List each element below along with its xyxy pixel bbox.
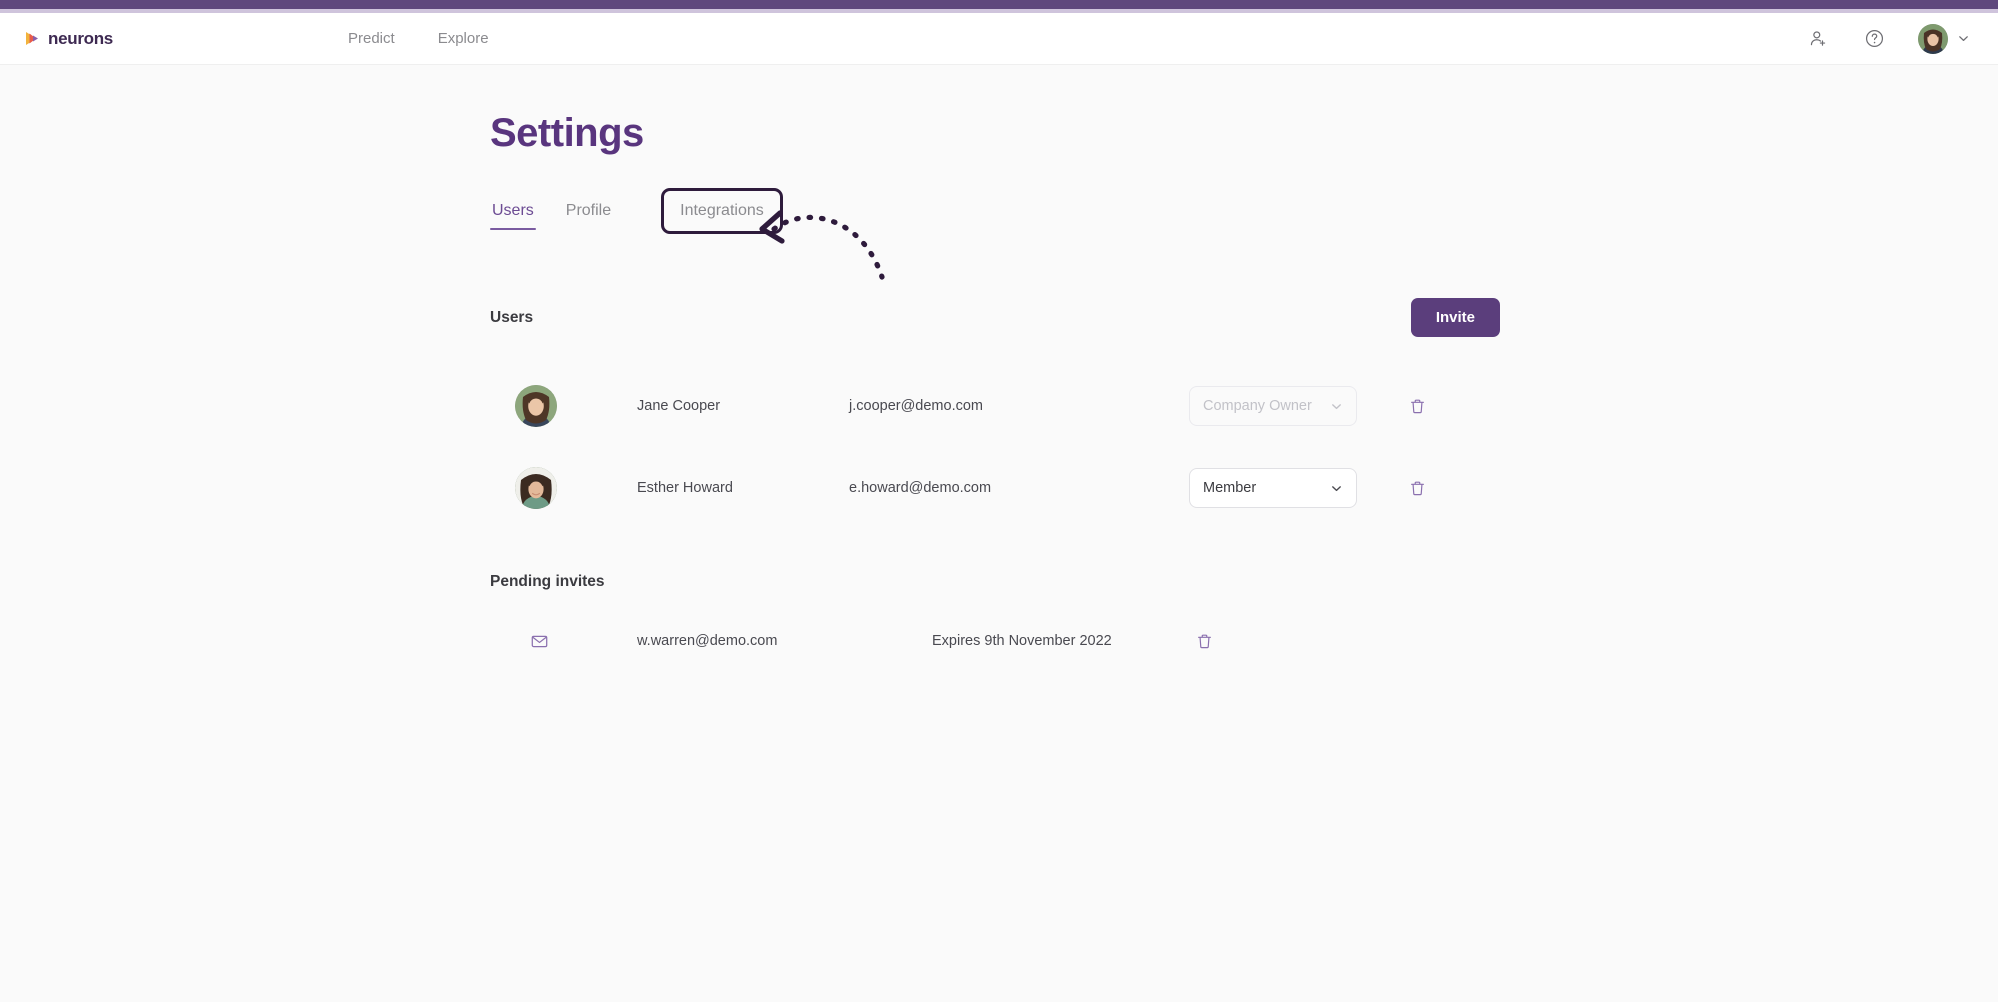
invite-email: w.warren@demo.com [637,633,778,649]
chevron-down-icon [1957,32,1970,45]
users-section-title: Users [490,308,534,326]
trash-icon[interactable] [1407,396,1427,416]
user-avatar-cell [490,467,637,509]
role-select[interactable]: Member [1189,468,1357,508]
invite-button[interactable]: Invite [1410,298,1500,337]
user-name: Jane Cooper [637,398,721,414]
invite-action-cell [1194,631,1214,651]
user-avatar-cell [490,385,637,427]
users-list: Jane Cooper j.cooper@demo.com Company Ow… [490,365,1998,529]
top-accent-bar [0,0,1998,9]
role-select: Company Owner [1189,386,1357,426]
main-navigation: Predict Explore [348,30,489,47]
pending-invites-list: w.warren@demo.com Expires 9th November 2… [490,601,1998,681]
nav-item-explore[interactable]: Explore [438,30,489,47]
add-user-icon[interactable] [1806,27,1830,51]
user-role-cell: Member [1189,468,1379,508]
user-action-cell [1379,396,1427,416]
chevron-down-icon [1330,482,1343,495]
tab-users[interactable]: Users [490,198,536,230]
avatar [515,467,557,509]
invite-icon-cell [490,632,637,651]
role-select-value: Member [1203,480,1257,496]
table-row: Jane Cooper j.cooper@demo.com Company Ow… [490,365,1998,447]
chevron-down-icon [1330,400,1343,413]
tab-integrations[interactable]: Integrations [661,188,783,234]
user-action-cell [1379,478,1427,498]
mail-icon [530,632,549,651]
settings-tabs: Users Profile Integrations [490,188,1130,240]
help-circle-icon[interactable] [1862,27,1886,51]
header-actions [1806,23,1970,54]
role-select-value: Company Owner [1203,398,1312,414]
tab-profile[interactable]: Profile [564,198,613,230]
logo-wordmark: neurons [48,28,113,48]
user-email: e.howard@demo.com [849,480,992,496]
user-avatar-menu[interactable] [1918,23,1970,54]
user-email: j.cooper@demo.com [849,398,983,414]
app-header: neurons Predict Explore [0,13,1998,65]
page-title: Settings [490,111,644,155]
trash-icon[interactable] [1407,478,1427,498]
neurons-logo-icon [24,30,41,47]
user-name: Esther Howard [637,480,733,496]
content-container: Settings Users Profile Integrations User… [0,65,1998,681]
pending-invites-title: Pending invites [490,573,605,590]
user-role-cell: Company Owner [1189,386,1379,426]
list-item: w.warren@demo.com Expires 9th November 2… [490,601,1998,681]
users-section-header: Users Invite [490,298,1500,337]
trash-icon[interactable] [1194,631,1214,651]
avatar [1918,23,1948,54]
invite-expiry: Expires 9th November 2022 [932,633,1112,649]
table-row: Esther Howard e.howard@demo.com Member [490,447,1998,529]
avatar [515,385,557,427]
page-body: Settings Users Profile Integrations User… [0,65,1998,1002]
nav-item-predict[interactable]: Predict [348,30,395,47]
app-logo[interactable]: neurons [24,29,324,49]
